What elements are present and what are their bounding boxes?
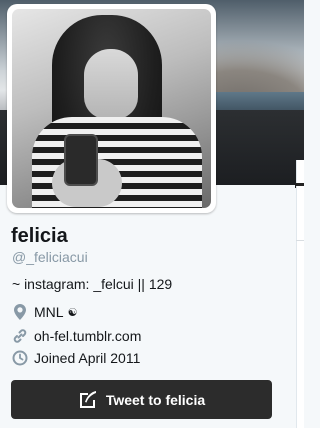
- profile-joined: Joined April 2011: [12, 348, 140, 368]
- tweet-button-label: Tweet to felicia: [105, 391, 206, 408]
- profile-bio: ~ instagram: _felcui || 129: [12, 276, 173, 292]
- right-column-tab-indicator: [296, 183, 304, 186]
- profile-name[interactable]: felicia: [11, 225, 68, 248]
- location-text: MNL: [34, 304, 64, 320]
- profile-location: MNL ☯: [12, 302, 77, 322]
- link-icon: [12, 328, 28, 344]
- right-column-divider: [296, 240, 304, 241]
- map-pin-icon: [12, 304, 28, 320]
- profile-website: oh-fel.tumblr.com: [12, 326, 141, 346]
- compose-quill-icon: [78, 390, 98, 410]
- avatar-photo: [12, 9, 211, 208]
- joined-text: Joined April 2011: [34, 350, 141, 366]
- profile-avatar[interactable]: [7, 4, 216, 213]
- website-link[interactable]: oh-fel.tumblr.com: [34, 328, 141, 344]
- profile-handle[interactable]: @_feliciacui: [12, 249, 88, 265]
- clock-icon: [12, 350, 28, 366]
- yin-yang-glyph: ☯: [67, 306, 78, 319]
- right-column-edge: [296, 160, 304, 428]
- tweet-to-user-button[interactable]: Tweet to felicia: [11, 380, 272, 419]
